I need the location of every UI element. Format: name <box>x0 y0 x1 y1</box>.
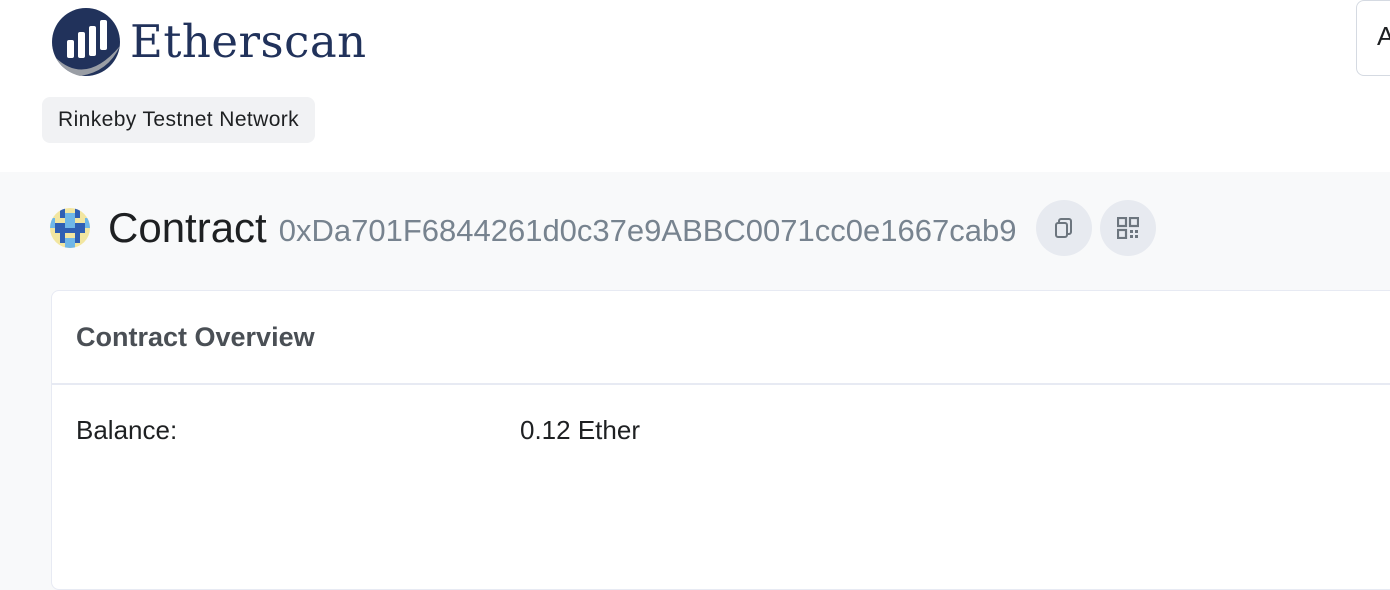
balance-value: 0.12 Ether <box>520 415 640 445</box>
contract-overview-card: Contract Overview Balance: 0.12 Ether <box>51 290 1390 590</box>
brand-name: Etherscan <box>130 15 367 68</box>
copy-address-button[interactable] <box>1036 200 1093 256</box>
balance-label: Balance: <box>76 415 178 445</box>
copy-icon <box>1055 218 1073 238</box>
card-heading: Contract Overview <box>52 291 1390 385</box>
blockie-avatar-icon <box>50 208 90 248</box>
contract-address: 0xDa701F6844261d0c37e9ABBC0071cc0e1667ca… <box>278 213 1017 248</box>
qr-code-icon <box>1117 217 1140 239</box>
site-header: Etherscan Rinkeby Testnet Network A <box>0 0 1390 172</box>
page-title-row: Contract 0xDa701F6844261d0c37e9ABBC0071c… <box>50 200 1157 256</box>
network-badge: Rinkeby Testnet Network <box>42 97 316 143</box>
etherscan-logo-icon <box>52 8 120 76</box>
page-title: Contract <box>108 204 267 251</box>
balance-row: Balance: 0.12 Ether <box>52 385 1390 475</box>
etherscan-logo[interactable]: Etherscan <box>50 6 367 78</box>
qr-code-button[interactable] <box>1100 200 1157 256</box>
search-input[interactable]: A <box>1356 0 1390 76</box>
